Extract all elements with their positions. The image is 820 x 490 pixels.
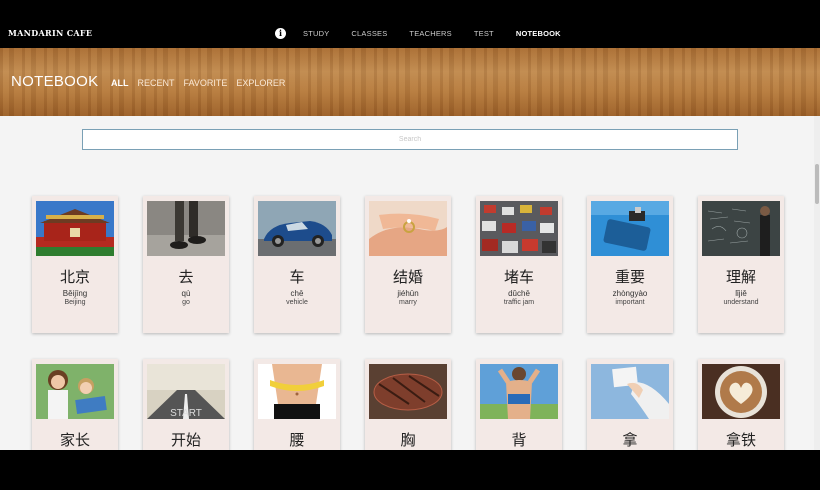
card-hanzi: 家长 [59, 431, 90, 449]
card-pinyin: chē [290, 289, 304, 298]
card-hanzi: 重要 [614, 268, 645, 286]
word-card[interactable]: 北京 Běijīng Beijing [32, 196, 118, 333]
card-meaning: understand [723, 299, 759, 306]
card-hanzi: 背 [511, 431, 527, 449]
card-hanzi: 腰 [289, 431, 305, 449]
card-hanzi: 北京 [59, 268, 90, 286]
main-nav: i STUDY CLASSES TEACHERS TEST NOTEBOOK [275, 26, 583, 40]
road-start-image: START [147, 364, 225, 419]
card-meaning: important [615, 299, 645, 306]
nav-classes[interactable]: CLASSES [351, 29, 387, 38]
card-meaning: Beijing [64, 299, 86, 306]
card-pinyin: Běijīng [62, 289, 88, 298]
card-meaning: vehicle [286, 299, 308, 306]
page-title: NOTEBOOK [11, 73, 99, 90]
word-card[interactable]: 车 chē vehicle [254, 196, 340, 333]
card-hanzi: 开始 [170, 431, 201, 449]
steak-image [369, 364, 447, 419]
card-hanzi: 拿 [622, 431, 638, 449]
card-hanzi: 理解 [725, 268, 756, 286]
search-input[interactable] [82, 129, 738, 150]
card-pinyin: dǔchē [508, 289, 530, 298]
card-hanzi: 拿铁 [725, 431, 756, 449]
card-meaning: traffic jam [503, 299, 535, 306]
brand-logo[interactable]: MANDARIN CAFE [8, 28, 92, 38]
word-card[interactable]: 理解 lǐjiě understand [698, 196, 784, 333]
word-card[interactable]: 背 [476, 359, 562, 450]
waist-tape-image [258, 364, 336, 419]
card-pinyin: zhòngyào [612, 289, 648, 298]
scrollbar[interactable] [814, 116, 820, 450]
scrollbar-thumb[interactable] [815, 164, 819, 204]
card-meaning: go [182, 299, 190, 306]
sports-car-image [258, 201, 336, 256]
traffic-jam-image [480, 201, 558, 256]
parent-child-image [36, 364, 114, 419]
wedding-ring-image [369, 201, 447, 256]
word-card[interactable]: 堵车 dǔchē traffic jam [476, 196, 562, 333]
tab-all[interactable]: ALL [111, 78, 129, 88]
app-window: MANDARIN CAFE i STUDY CLASSES TEACHERS T… [0, 0, 820, 490]
nav-notebook[interactable]: NOTEBOOK [516, 29, 561, 38]
notebook-content: 北京 Běijīng Beijing 去 qù go 车 chē vehicle… [0, 116, 820, 450]
filter-tabs: ALL RECENT FAVORITE EXPLORER [111, 78, 294, 88]
bottom-bar [0, 450, 820, 490]
info-icon[interactable]: i [275, 27, 286, 39]
word-card[interactable]: 拿铁 [698, 359, 784, 450]
latte-image [702, 364, 780, 419]
word-card[interactable]: 腰 [254, 359, 340, 450]
word-card[interactable]: 重要 zhòngyào important [587, 196, 673, 333]
word-card[interactable]: 家长 [32, 359, 118, 450]
card-hanzi: 去 [178, 268, 194, 286]
chalkboard-image [702, 201, 780, 256]
nav-teachers[interactable]: TEACHERS [409, 29, 451, 38]
important-key-image [591, 201, 669, 256]
top-navigation-bar: MANDARIN CAFE i STUDY CLASSES TEACHERS T… [0, 0, 820, 48]
card-pinyin: jiéhūn [397, 289, 419, 298]
card-hanzi: 胸 [400, 431, 416, 449]
card-pinyin: lǐjiě [735, 289, 747, 298]
tab-favorite[interactable]: FAVORITE [184, 78, 228, 88]
card-hanzi: 堵车 [503, 268, 534, 286]
card-pinyin: qù [181, 289, 191, 298]
card-hanzi: 结婚 [392, 268, 423, 286]
walking-legs-image [147, 201, 225, 256]
word-card[interactable]: 胸 [365, 359, 451, 450]
word-card[interactable]: 拿 [587, 359, 673, 450]
beijing-gate-image [36, 201, 114, 256]
nav-study[interactable]: STUDY [303, 29, 329, 38]
svg-text:START: START [170, 408, 202, 419]
word-card[interactable]: 去 qù go [143, 196, 229, 333]
word-card[interactable]: 结婚 jiéhūn marry [365, 196, 451, 333]
card-meaning: marry [399, 299, 417, 306]
tab-explorer[interactable]: EXPLORER [236, 78, 285, 88]
hand-card-image [591, 364, 669, 419]
nav-test[interactable]: TEST [474, 29, 494, 38]
tab-recent[interactable]: RECENT [138, 78, 175, 88]
word-card[interactable]: START 开始 [143, 359, 229, 450]
card-hanzi: 车 [289, 268, 305, 286]
notebook-header: NOTEBOOK ALL RECENT FAVORITE EXPLORER [0, 48, 820, 116]
back-image [480, 364, 558, 419]
